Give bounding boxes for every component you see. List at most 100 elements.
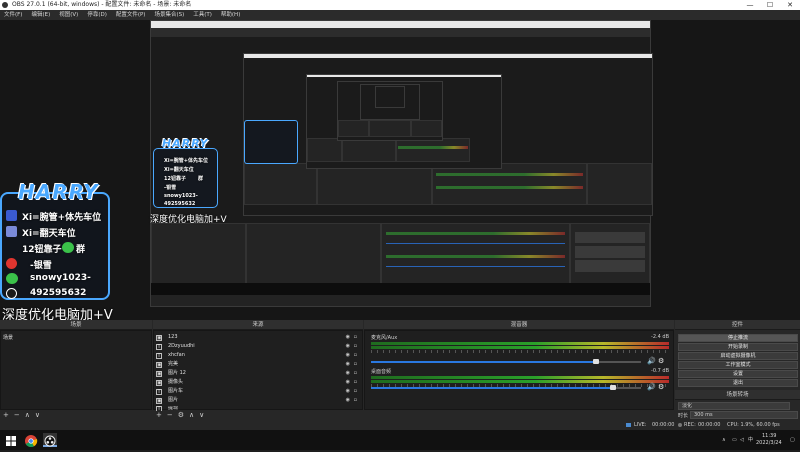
studio-mode-button[interactable]: 工作室模式	[678, 361, 798, 369]
rec-time: 00:00:00	[698, 422, 721, 428]
window-controls: — ☐ ✕	[740, 0, 800, 10]
close-button[interactable]: ✕	[780, 0, 800, 10]
lock-icon[interactable]: ▫	[354, 343, 357, 350]
cpu-fps: CPU: 1.9%, 60.00 fps	[727, 422, 780, 428]
start-recording-button[interactable]: 开始录制	[678, 343, 798, 351]
move-scene-down-button[interactable]: ∨	[35, 411, 40, 420]
lock-icon[interactable]: ▫	[354, 379, 357, 386]
chrome-icon[interactable]	[24, 433, 38, 448]
add-source-button[interactable]: +	[156, 411, 162, 420]
meter-ticks	[371, 350, 669, 353]
source-row[interactable]: ▣ 摄像头 ◉ ▫	[156, 379, 358, 386]
menu-edit[interactable]: 编辑(E)	[31, 10, 50, 20]
source-row[interactable]: T 2Dzyuudhi ◉ ▫	[156, 343, 358, 350]
text-icon: T	[156, 388, 162, 395]
visibility-eye-icon[interactable]: ◉	[346, 370, 350, 377]
source-row[interactable]: ▣ 完美 ◉ ▫	[156, 361, 358, 368]
menu-profile[interactable]: 配置文件(P)	[116, 10, 146, 20]
ime-indicator[interactable]: 中	[748, 430, 753, 450]
tray-clock-time[interactable]: 11:39	[762, 433, 776, 440]
sources-list[interactable]: ▣ 123 ◉ ▫ T 2Dzyuudhi ◉ ▫ T xhcfan ◉ ▫ ▣ 完美…	[153, 330, 363, 411]
visibility-eye-icon[interactable]: ◉	[346, 352, 350, 359]
menu-tools[interactable]: 工具(T)	[193, 10, 212, 20]
transition-select[interactable]: 淡化	[678, 402, 790, 410]
minimize-button[interactable]: —	[740, 0, 760, 10]
nested-dock	[410, 120, 442, 137]
menu-bar: 文件(F) 编辑(E) 视图(V) 停靠(D) 配置文件(P) 场景集合(S) …	[0, 10, 800, 20]
menu-scene-collection[interactable]: 场景集合(S)	[154, 10, 184, 20]
nested-overlay-line: 12钮靠子	[164, 176, 186, 182]
exit-button[interactable]: 退出	[678, 379, 798, 387]
nested-obs-window-4	[337, 81, 443, 141]
lock-icon[interactable]: ▫	[354, 352, 357, 359]
menu-docks[interactable]: 停靠(D)	[87, 10, 107, 20]
source-row[interactable]: T xhcfan ◉ ▫	[156, 352, 358, 359]
scenes-list[interactable]: 场景	[0, 330, 152, 410]
lock-icon[interactable]: ▫	[354, 388, 357, 395]
stop-streaming-button[interactable]: 停止推流	[678, 334, 798, 342]
audio-level-meter	[371, 380, 669, 383]
obs-taskbar-icon[interactable]	[43, 433, 57, 447]
audio-level-meter	[371, 346, 669, 349]
move-source-down-button[interactable]: ∨	[199, 411, 204, 420]
lock-icon[interactable]: ▫	[354, 334, 357, 341]
volume-slider-knob[interactable]	[593, 359, 599, 364]
speaker-icon[interactable]: 🔊	[647, 357, 656, 365]
remove-source-button[interactable]: −	[167, 411, 173, 420]
image-icon: ▣	[156, 370, 162, 377]
overlay-line-3: 12钮靠子	[22, 245, 62, 255]
source-label: 2Dzyuudhi	[168, 343, 195, 349]
start-virtual-camera-button[interactable]: 启动虚拟摄像机	[678, 352, 798, 360]
menu-file[interactable]: 文件(F)	[4, 10, 22, 20]
visibility-eye-icon[interactable]: ◉	[346, 397, 350, 404]
tray-clock-date[interactable]: 2022/3/24	[756, 440, 782, 447]
lock-icon[interactable]: ▫	[354, 361, 357, 368]
live-label: LIVE:	[634, 422, 647, 428]
nested-meter	[385, 231, 566, 235]
menu-view[interactable]: 视图(V)	[59, 10, 78, 20]
rec-indicator-icon	[678, 423, 682, 427]
add-scene-button[interactable]: +	[3, 411, 9, 420]
transitions-dock-title: 场景转场	[675, 390, 800, 400]
visibility-eye-icon[interactable]: ◉	[346, 388, 350, 395]
scenes-toolbar: + − ∧ ∨	[0, 411, 152, 420]
source-row[interactable]: ▣ 图片 12 ◉ ▫	[156, 370, 358, 377]
move-source-up-button[interactable]: ∧	[189, 411, 194, 420]
source-properties-button[interactable]: ⚙	[178, 411, 184, 420]
tray-expand-icon[interactable]: ∧	[722, 430, 726, 450]
nested-overlay-line: Xi=腕管+体先车位	[164, 158, 208, 164]
menu-help[interactable]: 帮助(H)	[221, 10, 240, 20]
maximize-button[interactable]: ☐	[760, 0, 780, 10]
transition-duration-label: 时长	[678, 413, 689, 419]
remove-scene-button[interactable]: −	[14, 411, 20, 420]
preview-canvas[interactable]: HARRY Xi=腕管+体先车位 Xi=翻天车位 12钮靠子 群 -银雪 sno…	[0, 20, 800, 320]
move-scene-up-button[interactable]: ∧	[25, 411, 30, 420]
speaker-icon[interactable]: 🔊	[647, 383, 656, 391]
volume-icon[interactable]: ◁	[740, 430, 744, 450]
visibility-eye-icon[interactable]: ◉	[346, 334, 350, 341]
nested-menubar	[151, 28, 650, 37]
settings-button[interactable]: 设置	[678, 370, 798, 378]
network-icon[interactable]: ▭	[732, 430, 737, 450]
transition-duration-input[interactable]: 300 ms	[690, 411, 798, 419]
source-row[interactable]: ▣ 图片 ◉ ▫	[156, 397, 358, 404]
visibility-eye-icon[interactable]: ◉	[346, 361, 350, 368]
scene-item[interactable]: 场景	[3, 334, 13, 341]
source-row[interactable]: ▣ 123 ◉ ▫	[156, 334, 358, 341]
source-label: 图片	[168, 397, 179, 403]
source-label: xhcfan	[168, 352, 185, 358]
notification-icon[interactable]: ▢	[790, 430, 795, 450]
sources-toolbar: + − ⚙ ∧ ∨	[153, 411, 363, 420]
visibility-eye-icon[interactable]: ◉	[346, 343, 350, 350]
visibility-eye-icon[interactable]: ◉	[346, 379, 350, 386]
nested-overlay-card-small	[244, 120, 298, 164]
gear-icon[interactable]: ⚙	[658, 383, 664, 391]
volume-slider-knob[interactable]	[610, 385, 616, 390]
docks-area: 场景 场景 + − ∧ ∨ 来源 ▣ 123 ◉ ▫ T 2Dzyuudhi ◉ ▫…	[0, 320, 800, 420]
lock-icon[interactable]: ▫	[354, 397, 357, 404]
nested-dock	[369, 120, 411, 137]
windows-start-icon[interactable]	[4, 433, 18, 447]
source-row[interactable]: T 图片车 ◉ ▫	[156, 388, 358, 395]
gear-icon[interactable]: ⚙	[658, 357, 664, 365]
lock-icon[interactable]: ▫	[354, 370, 357, 377]
